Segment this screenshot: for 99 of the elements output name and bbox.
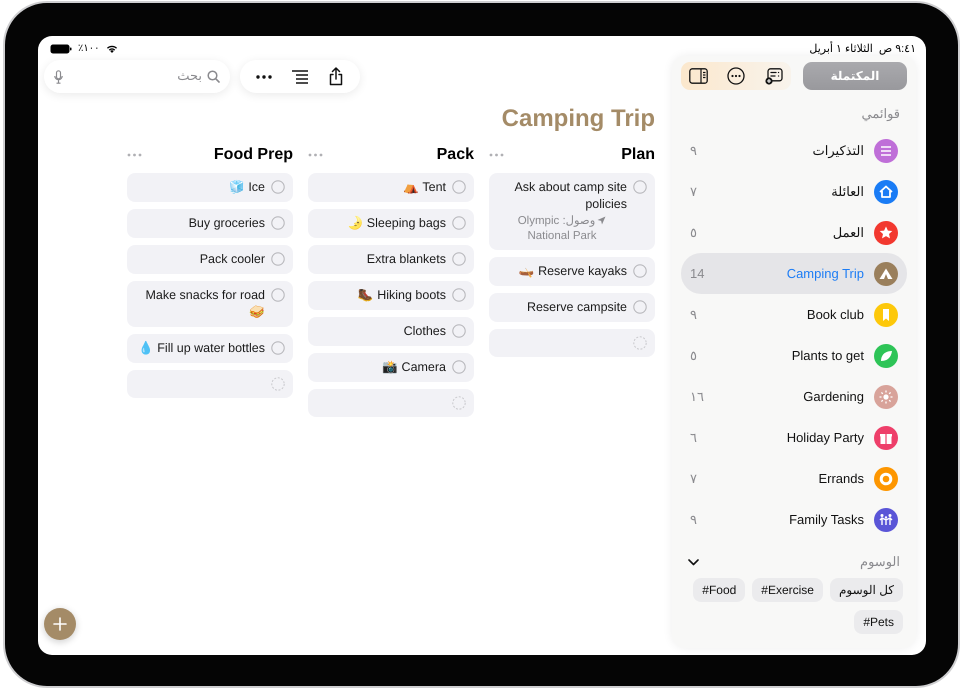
- reminder-card[interactable]: 📸 Camera: [308, 353, 474, 382]
- search-input[interactable]: بحث: [68, 69, 202, 84]
- reminder-card[interactable]: ⛺ Tent: [308, 173, 474, 202]
- checkbox-circle-icon: [452, 324, 466, 338]
- checkbox-circle-icon: [452, 216, 466, 230]
- item-count: ٥: [690, 348, 697, 364]
- item-count: ٩: [690, 512, 697, 528]
- date-text: الثلاثاء ١ أبريل: [809, 42, 873, 55]
- dashed-circle-icon: [633, 336, 647, 350]
- list-name: العائلة: [830, 184, 864, 200]
- battery-percent: ٪١٠٠: [78, 43, 100, 54]
- item-count: ١٦: [690, 388, 704, 404]
- tag-chip[interactable]: كل الوسوم: [830, 578, 903, 602]
- tag-chip[interactable]: #Exercise: [752, 578, 823, 602]
- reminder-title: Pack cooler: [200, 251, 265, 268]
- reminder-title: 🛶 Reserve kayaks: [518, 263, 627, 280]
- item-count: ٥: [690, 224, 697, 240]
- section-title: الوسوم: [860, 554, 900, 570]
- reminder-card[interactable]: 🥾 Hiking boots: [308, 281, 474, 310]
- list-title: Camping Trip: [500, 105, 655, 133]
- more-icon: [489, 153, 504, 157]
- search-field[interactable]: بحث: [44, 60, 230, 93]
- checkbox-circle-icon: [452, 180, 466, 194]
- wifi-icon: [106, 44, 118, 53]
- reminder-title: Ask about camp site policies: [513, 179, 627, 213]
- reminder-card[interactable]: Pack cooler: [127, 245, 293, 274]
- list-name: العمل: [832, 224, 864, 240]
- checkbox-circle-icon: [633, 264, 647, 278]
- reminder-card[interactable]: Extra blankets: [308, 245, 474, 274]
- section-title: قوائمي: [860, 105, 901, 124]
- item-count: 14: [690, 266, 704, 281]
- battery-icon: [50, 44, 72, 54]
- sidebar-icon: [688, 68, 708, 84]
- more-icon: [127, 153, 142, 157]
- checkbox-circle-icon: [271, 180, 285, 194]
- reminder-title: Make snacks for road 🥪: [144, 287, 265, 321]
- item-count: ٦: [690, 430, 697, 446]
- lines-icon: [291, 70, 309, 84]
- reminder-card[interactable]: 🧊 Ice: [127, 173, 293, 202]
- reminder-title: 📸 Camera: [382, 359, 446, 376]
- list-name: Book club: [806, 307, 864, 322]
- list-name: Plants to get: [790, 348, 864, 363]
- location-note: وصول: Olympic National Park: [518, 215, 597, 242]
- tag-chip[interactable]: #Pets: [854, 610, 903, 634]
- checkbox-circle-icon: [271, 288, 285, 302]
- checkbox-circle-icon: [452, 252, 466, 266]
- tag-chip[interactable]: #Food: [693, 578, 746, 602]
- reminder-card[interactable]: Make snacks for road 🥪: [127, 281, 293, 327]
- checkbox-circle-icon: [633, 180, 647, 194]
- column-title: Food Prep: [214, 146, 293, 164]
- dashed-circle-icon: [271, 377, 285, 391]
- more-icon: [256, 74, 272, 78]
- share-icon: [328, 67, 344, 86]
- reminder-card[interactable]: 💧 Fill up water bottles: [127, 334, 293, 363]
- item-count: ٧: [690, 184, 697, 200]
- reminder-card[interactable]: Clothes: [308, 317, 474, 346]
- checkbox-circle-icon: [271, 341, 285, 355]
- search-icon: [207, 70, 220, 83]
- reminder-card[interactable]: 🌛 Sleeping bags: [308, 209, 474, 238]
- column-title: Plan: [621, 146, 655, 164]
- reminder-title: Extra blankets: [366, 251, 446, 268]
- list-name: Holiday Party: [786, 430, 864, 445]
- reminder-title: 🌛 Sleeping bags: [347, 215, 446, 232]
- list-add-icon: [765, 68, 783, 84]
- checkbox-circle-icon: [452, 360, 466, 374]
- plus-icon: [52, 616, 68, 632]
- checkbox-circle-icon: [633, 300, 647, 314]
- add-button[interactable]: [44, 608, 76, 640]
- reminder-title: ⛺ Tent: [403, 179, 446, 196]
- list-name: Family Tasks: [788, 512, 864, 527]
- list-item[interactable]: ٧ العائلة: [681, 171, 907, 212]
- more-icon: [308, 153, 323, 157]
- list-item[interactable]: ٩ التذكيرات: [681, 130, 907, 171]
- reminder-title: 🧊 Ice: [228, 179, 265, 196]
- list-name: التذكيرات: [812, 142, 864, 158]
- microphone-icon: [54, 70, 63, 84]
- clock-time: ٩:٤١ ص: [878, 42, 916, 55]
- column-title: Pack: [436, 146, 474, 164]
- more-circle-icon: [727, 67, 745, 85]
- item-count: ٩: [690, 142, 697, 158]
- reminder-card[interactable]: Buy groceries: [127, 209, 293, 238]
- list-name: Gardening: [802, 389, 864, 404]
- reminder-title: Clothes: [404, 323, 446, 340]
- reminder-title: Buy groceries: [188, 215, 265, 232]
- list-name: Camping Trip: [786, 266, 864, 281]
- dashed-circle-icon: [452, 396, 466, 410]
- location-arrow-icon: [597, 216, 606, 226]
- item-count: ٩: [690, 306, 697, 322]
- item-count: ٧: [690, 470, 697, 486]
- reminder-card[interactable]: 🛶 Reserve kayaks: [489, 257, 655, 286]
- reminder-title: 🥾 Hiking boots: [358, 287, 446, 304]
- reminder-card[interactable]: Reserve campsite: [489, 293, 655, 322]
- reminder-title: Reserve campsite: [526, 299, 627, 316]
- checkbox-circle-icon: [271, 252, 285, 266]
- checkbox-circle-icon: [271, 216, 285, 230]
- list-item[interactable]: ٥ العمل: [681, 212, 907, 253]
- reminder-title: 💧 Fill up water bottles: [138, 340, 265, 357]
- checkbox-circle-icon: [452, 288, 466, 302]
- list-name: Errands: [817, 471, 864, 486]
